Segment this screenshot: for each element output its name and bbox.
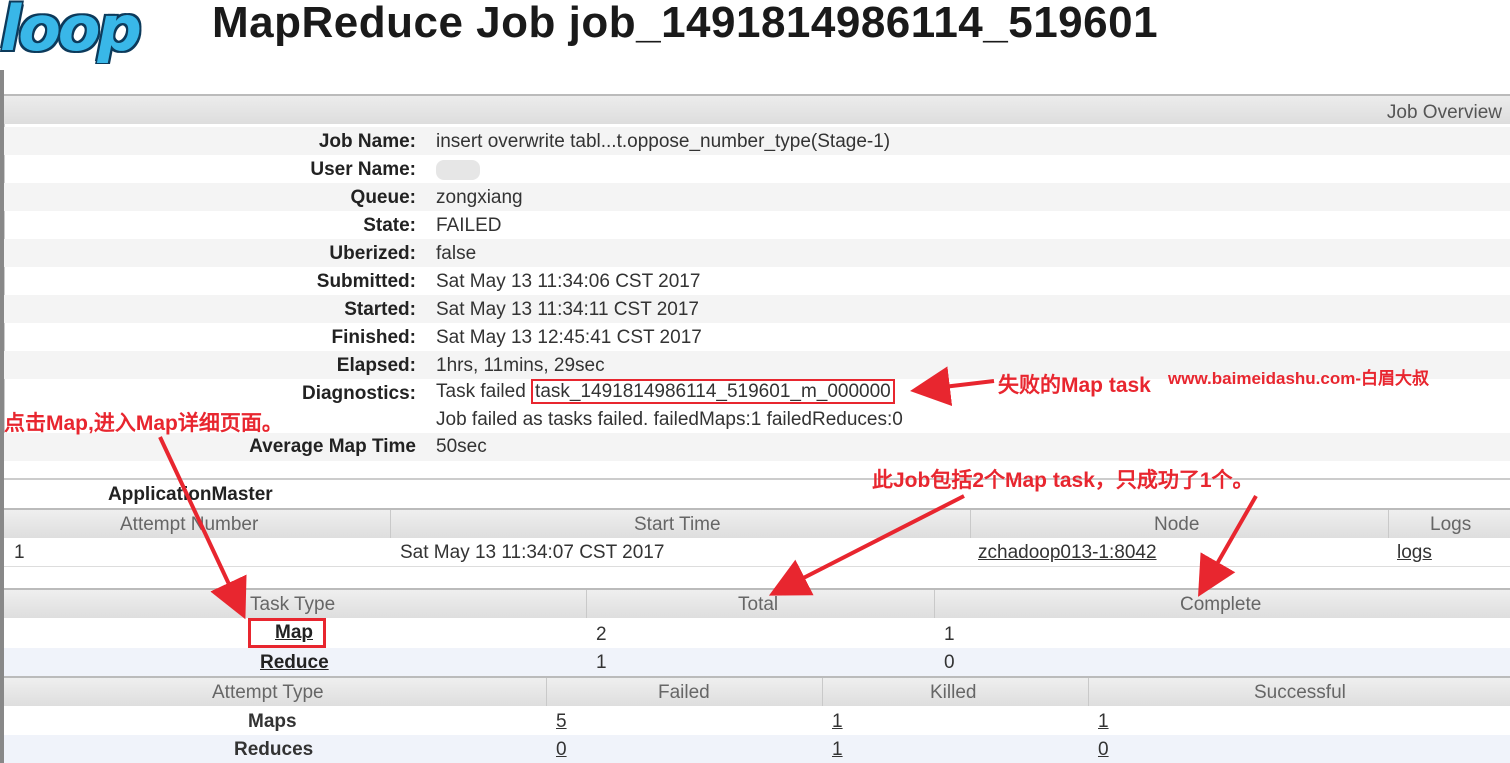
- overview-row-user-name: User Name:: [4, 155, 1510, 183]
- maps-failed-link[interactable]: 5: [556, 711, 567, 733]
- divider: [4, 478, 1510, 480]
- diagnostics-line1: Task failed task_1491814986114_519601_m_…: [436, 379, 895, 404]
- reduces-failed-link[interactable]: 0: [556, 739, 567, 761]
- user-name-label: User Name:: [310, 159, 416, 180]
- overview-row-submitted: Submitted: Sat May 13 11:34:06 CST 2017: [4, 267, 1510, 295]
- column-separator: [390, 510, 391, 538]
- maps-successful-link[interactable]: 1: [1098, 711, 1109, 733]
- job-overview-header[interactable]: Job Overview: [4, 94, 1510, 126]
- finished-value: Sat May 13 12:45:41 CST 2017: [436, 327, 702, 348]
- submitted-label: Submitted:: [316, 271, 416, 292]
- job-overview-title: Job Overview: [1386, 102, 1502, 123]
- overview-row-job-name: Job Name: insert overwrite tabl...t.oppo…: [4, 127, 1510, 155]
- attempt-header-type[interactable]: Attempt Type: [212, 682, 324, 704]
- uberized-label: Uberized:: [329, 243, 416, 264]
- diagnostics-prefix: Task failed: [436, 381, 532, 402]
- attempt-row-reduces: Reduces 0 1 0: [4, 735, 1510, 763]
- queue-label: Queue:: [350, 187, 416, 208]
- map-link-highlight[interactable]: Map: [248, 618, 326, 648]
- page-title: MapReduce Job job_1491814986114_519601: [212, 0, 1159, 47]
- am-header-start-time[interactable]: Start Time: [634, 514, 721, 536]
- attempt-type-maps: Maps: [248, 711, 297, 732]
- overview-row-state: State: FAILED: [4, 211, 1510, 239]
- attempt-header-successful[interactable]: Successful: [1254, 682, 1346, 704]
- am-header-node[interactable]: Node: [1154, 514, 1199, 536]
- elapsed-label: Elapsed:: [336, 355, 416, 376]
- am-header-attempt-number[interactable]: Attempt Number: [120, 514, 258, 536]
- started-label: Started:: [344, 299, 416, 320]
- column-separator: [934, 590, 935, 618]
- overview-row-queue: Queue: zongxiang: [4, 183, 1510, 211]
- attempt-header-failed[interactable]: Failed: [658, 682, 710, 704]
- column-separator: [1388, 510, 1389, 538]
- failed-map-annotation: 失败的Map task: [998, 374, 1151, 397]
- task-header-complete[interactable]: Complete: [1180, 594, 1261, 616]
- redacted-user-name: [436, 159, 480, 180]
- column-separator: [970, 510, 971, 538]
- reduces-successful-link[interactable]: 0: [1098, 739, 1109, 761]
- column-separator: [546, 678, 547, 706]
- map-task-link[interactable]: Map: [275, 622, 313, 643]
- avg-map-time-label: Average Map Time: [249, 436, 416, 457]
- maps-killed-link[interactable]: 1: [832, 711, 843, 733]
- reduce-task-link[interactable]: Reduce: [260, 652, 329, 674]
- diagnostics-label: Diagnostics:: [301, 383, 416, 404]
- attempt-type-reduces: Reduces: [234, 739, 314, 760]
- reduce-complete: 0: [944, 652, 955, 673]
- am-table-row: 1 Sat May 13 11:34:07 CST 2017 zchadoop0…: [4, 538, 1510, 566]
- am-logs-link[interactable]: logs: [1397, 542, 1432, 564]
- overview-row-avg-map-time: Average Map Time 50sec: [4, 433, 1510, 461]
- diagnostics-line2: Job failed as tasks failed. failedMaps:1…: [436, 409, 903, 430]
- am-table-header: Attempt Number Start Time Node Logs: [4, 508, 1510, 538]
- task-row-map: Map 2 1: [4, 618, 1510, 648]
- watermark: www.baimeidashu.com-白眉大叔: [1168, 369, 1430, 388]
- task-row-reduce: Reduce 1 0: [4, 648, 1510, 676]
- attempt-table-header: Attempt Type Failed Killed Successful: [4, 676, 1510, 706]
- column-separator: [822, 678, 823, 706]
- started-value: Sat May 13 11:34:11 CST 2017: [436, 299, 700, 320]
- user-name-value: [436, 159, 480, 181]
- attempt-row-maps: Maps 5 1 1: [4, 707, 1510, 735]
- finished-label: Finished:: [331, 327, 416, 348]
- submitted-value: Sat May 13 11:34:06 CST 2017: [436, 271, 701, 292]
- job-name-label: Job Name:: [318, 131, 416, 152]
- am-node-link[interactable]: zchadoop013-1:8042: [978, 542, 1157, 564]
- avg-map-time-value: 50sec: [436, 436, 487, 457]
- job-contains-annotation: 此Job包括2个Map task，只成功了1个。: [872, 469, 1254, 492]
- map-complete: 1: [944, 624, 955, 645]
- reduce-total: 1: [596, 652, 607, 673]
- task-header-total[interactable]: Total: [738, 594, 778, 616]
- overview-row-started: Started: Sat May 13 11:34:11 CST 2017: [4, 295, 1510, 323]
- column-separator: [1088, 678, 1089, 706]
- reduces-killed-link[interactable]: 1: [832, 739, 843, 761]
- elapsed-value: 1hrs, 11mins, 29sec: [436, 355, 605, 376]
- overview-row-uberized: Uberized: false: [4, 239, 1510, 267]
- application-master-title: ApplicationMaster: [108, 484, 273, 505]
- failed-task-link[interactable]: task_1491814986114_519601_m_000000: [531, 379, 895, 404]
- attempt-header-killed[interactable]: Killed: [930, 682, 976, 704]
- divider: [4, 566, 1510, 567]
- am-header-logs[interactable]: Logs: [1430, 514, 1471, 536]
- state-label: State:: [363, 215, 416, 236]
- overview-row-finished: Finished: Sat May 13 12:45:41 CST 2017: [4, 323, 1510, 351]
- task-header-task-type[interactable]: Task Type: [250, 594, 335, 616]
- state-value: FAILED: [436, 215, 502, 236]
- queue-value: zongxiang: [436, 187, 523, 208]
- map-total: 2: [596, 624, 607, 645]
- hadoop-logo: loop: [0, 0, 142, 64]
- click-map-annotation: 点击Map,进入Map详细页面。: [4, 412, 283, 435]
- job-name-value: insert overwrite tabl...t.oppose_number_…: [436, 131, 891, 152]
- am-attempt-number: 1: [14, 542, 25, 563]
- am-start-time: Sat May 13 11:34:07 CST 2017: [400, 542, 665, 563]
- uberized-value: false: [436, 243, 477, 264]
- column-separator: [586, 590, 587, 618]
- task-table-header: Task Type Total Complete: [4, 588, 1510, 618]
